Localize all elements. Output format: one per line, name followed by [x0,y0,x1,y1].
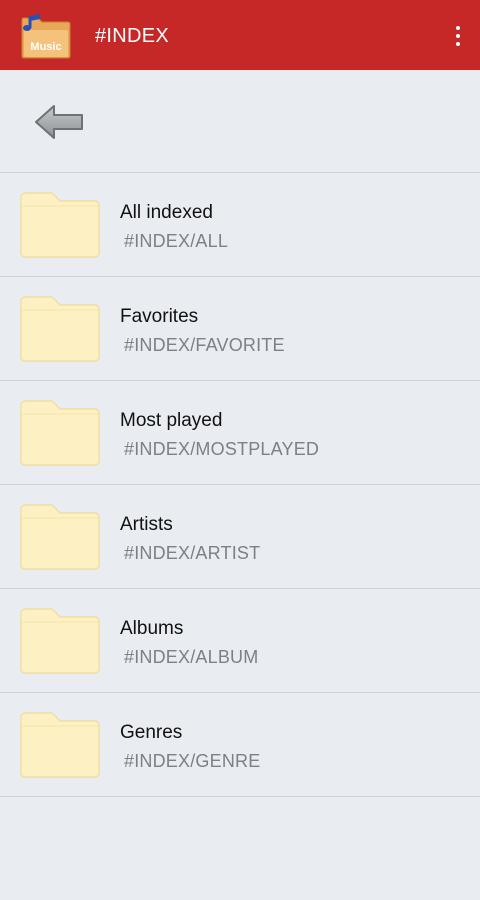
folder-icon [20,504,100,570]
app-title: #INDEX [95,25,170,47]
folder-item-favorites[interactable]: Favorites #INDEX/FAVORITE [0,277,480,381]
logo-text: Music [30,41,61,53]
folder-path: #INDEX/ALL [124,231,229,251]
folder-path: #INDEX/GENRE [124,751,261,771]
folder-icon [20,608,100,674]
folder-item-most-played[interactable]: Most played #INDEX/MOSTPLAYED [0,381,480,485]
folder-icon [20,192,100,258]
menu-dot [456,26,460,30]
folder-item-all-indexed[interactable]: All indexed #INDEX/ALL [0,173,480,277]
folder-label: Genres [120,722,183,743]
folder-icon [20,296,100,362]
folder-icon [20,712,100,778]
folder-path: #INDEX/FAVORITE [124,335,285,355]
folder-item-albums[interactable]: Albums #INDEX/ALBUM [0,589,480,693]
menu-dot [456,34,460,38]
menu-dot [456,42,460,46]
navigation-row [0,70,480,173]
folder-icon [20,400,100,466]
folder-path: #INDEX/ARTIST [124,543,261,563]
folder-label: All indexed [120,202,213,223]
back-arrow-icon[interactable] [32,98,88,146]
folder-label: Artists [120,514,173,535]
folder-label: Most played [120,410,223,431]
folder-item-artists[interactable]: Artists #INDEX/ARTIST [0,485,480,589]
folder-path: #INDEX/ALBUM [124,647,259,667]
folder-list: All indexed #INDEX/ALL Favorites #INDEX/… [0,173,480,797]
folder-label: Albums [120,618,184,639]
folder-label: Favorites [120,306,199,327]
app-bar: Music #INDEX [0,0,480,70]
folder-path: #INDEX/MOSTPLAYED [124,439,320,459]
folder-item-genres[interactable]: Genres #INDEX/GENRE [0,693,480,797]
more-vert-icon[interactable] [450,20,466,52]
music-folder-logo-icon: Music [21,14,71,59]
